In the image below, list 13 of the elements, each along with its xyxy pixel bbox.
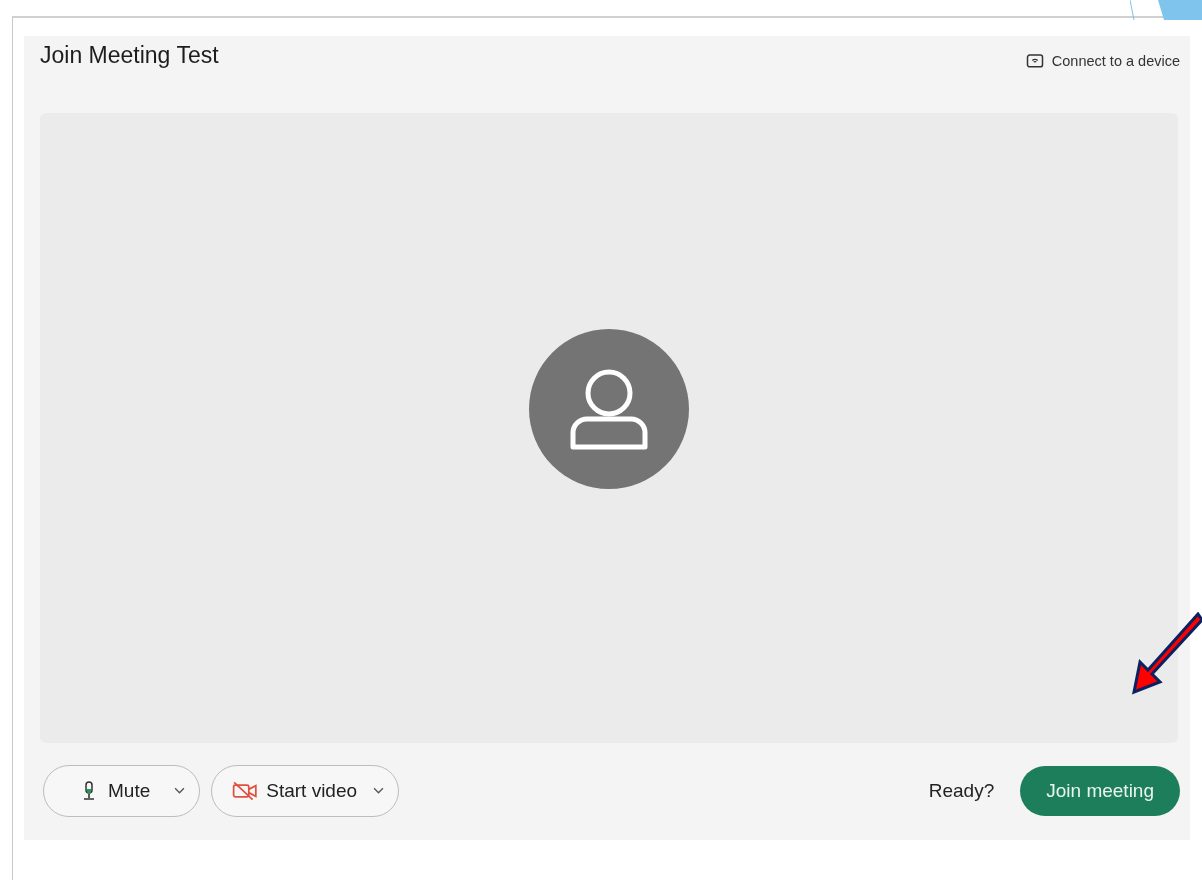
chevron-down-icon — [373, 787, 385, 795]
connect-device-link[interactable]: Connect to a device — [1025, 53, 1180, 69]
start-video-button[interactable]: Start video — [211, 764, 400, 817]
mute-button[interactable]: Mute — [43, 764, 201, 817]
slide-corner-decoration — [1130, 0, 1202, 20]
video-off-icon — [232, 780, 259, 801]
window-title: Join Meeting Test — [40, 42, 219, 69]
ready-label: Ready? — [928, 779, 995, 802]
avatar-icon — [529, 329, 689, 490]
microphone-icon — [82, 779, 96, 802]
join-meeting-button[interactable]: Join meeting — [1020, 765, 1180, 816]
device-icon — [1025, 53, 1044, 69]
chevron-down-icon — [174, 787, 186, 795]
